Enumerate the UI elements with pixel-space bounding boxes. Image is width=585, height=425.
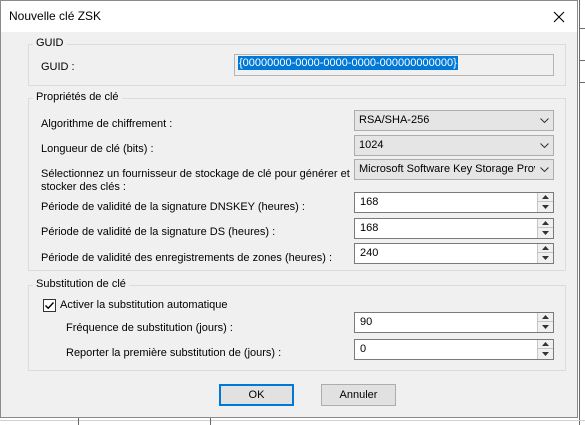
rollover-frequency-label: Fréquence de substitution (jours) :	[66, 322, 233, 334]
checkmark-icon	[45, 302, 55, 310]
spin-up-button[interactable]	[537, 193, 553, 202]
background-tick	[580, 60, 585, 61]
dnskey-validity-value: 168	[360, 196, 379, 208]
close-button[interactable]	[541, 1, 577, 32]
auto-rollover-label[interactable]: Activer la substitution automatique	[60, 299, 228, 311]
provider-label: Sélectionnez un fournisseur de stockage …	[41, 168, 350, 193]
key-length-value: 1024	[359, 139, 384, 151]
auto-rollover-checkbox[interactable]	[43, 299, 56, 312]
background-tick	[580, 82, 585, 83]
spin-buttons	[537, 340, 553, 359]
ds-validity-value: 168	[360, 222, 379, 234]
algorithm-value: RSA/SHA-256	[359, 114, 430, 126]
dialog-title: Nouvelle clé ZSK	[9, 9, 102, 23]
guid-label: GUID :	[41, 61, 75, 73]
guid-value: {00000000-0000-0000-0000-000000000000}	[238, 56, 458, 70]
arrow-down-icon	[542, 256, 549, 260]
guid-field[interactable]: {00000000-0000-0000-0000-000000000000}	[234, 54, 554, 76]
rollover-delay-value: 0	[360, 343, 367, 355]
spin-up-button[interactable]	[537, 313, 553, 322]
spin-down-button[interactable]	[537, 253, 553, 263]
cancel-button[interactable]: Annuler	[321, 384, 396, 406]
arrow-down-icon	[542, 231, 549, 235]
key-length-select[interactable]: 1024	[354, 135, 554, 156]
background-window-edge	[0, 420, 585, 421]
new-zsk-dialog: Nouvelle clé ZSK GUID GUID : {00000000-0…	[0, 0, 578, 418]
spin-down-button[interactable]	[537, 322, 553, 332]
dnskey-validity-stepper[interactable]: 168	[354, 192, 554, 213]
arrow-up-icon	[542, 221, 549, 225]
dnskey-validity-label: Période de validité de la signature DNSK…	[41, 201, 305, 213]
arrow-up-icon	[542, 315, 549, 319]
algorithm-label: Algorithme de chiffrement :	[41, 118, 173, 130]
chevron-down-icon	[535, 136, 553, 155]
spin-buttons	[537, 219, 553, 238]
close-icon	[553, 11, 565, 22]
key-properties-legend: Propriétés de clé	[33, 91, 122, 103]
key-length-label: Longueur de clé (bits) :	[41, 143, 154, 155]
spin-up-button[interactable]	[537, 244, 553, 253]
chevron-down-icon	[535, 111, 553, 130]
chevron-down-icon	[535, 160, 553, 179]
arrow-down-icon	[542, 325, 549, 329]
background-tick	[580, 28, 585, 29]
background-divider	[78, 418, 79, 425]
rollover-delay-stepper[interactable]: 0	[354, 339, 554, 360]
zone-validity-stepper[interactable]: 240	[354, 243, 554, 264]
arrow-down-icon	[542, 352, 549, 356]
spin-down-button[interactable]	[537, 349, 553, 359]
spin-buttons	[537, 313, 553, 332]
guid-group-legend: GUID	[33, 37, 67, 49]
ds-validity-label: Période de validité de la signature DS (…	[41, 226, 276, 238]
algorithm-select[interactable]: RSA/SHA-256	[354, 110, 554, 131]
ds-validity-stepper[interactable]: 168	[354, 218, 554, 239]
rollover-frequency-stepper[interactable]: 90	[354, 312, 554, 333]
rollover-delay-label: Reporter la première substitution de (jo…	[66, 347, 282, 359]
spin-buttons	[537, 244, 553, 263]
rollover-frequency-value: 90	[360, 316, 373, 328]
background-window-edge	[579, 0, 580, 425]
arrow-up-icon	[542, 195, 549, 199]
ok-button[interactable]: OK	[219, 384, 294, 406]
spin-up-button[interactable]	[537, 340, 553, 349]
provider-select[interactable]: Microsoft Software Key Storage Provider	[354, 159, 554, 180]
spin-up-button[interactable]	[537, 219, 553, 228]
zone-validity-value: 240	[360, 247, 379, 259]
provider-value: Microsoft Software Key Storage Provider	[359, 163, 554, 175]
arrow-up-icon	[542, 246, 549, 250]
spin-buttons	[537, 193, 553, 212]
zone-validity-label: Période de validité des enregistrements …	[41, 252, 333, 264]
spin-down-button[interactable]	[537, 202, 553, 212]
title-bar: Nouvelle clé ZSK	[1, 1, 577, 32]
background-divider	[210, 418, 211, 425]
spin-down-button[interactable]	[537, 228, 553, 238]
arrow-up-icon	[542, 342, 549, 346]
arrow-down-icon	[542, 205, 549, 209]
rollover-legend: Substitution de clé	[33, 278, 129, 290]
